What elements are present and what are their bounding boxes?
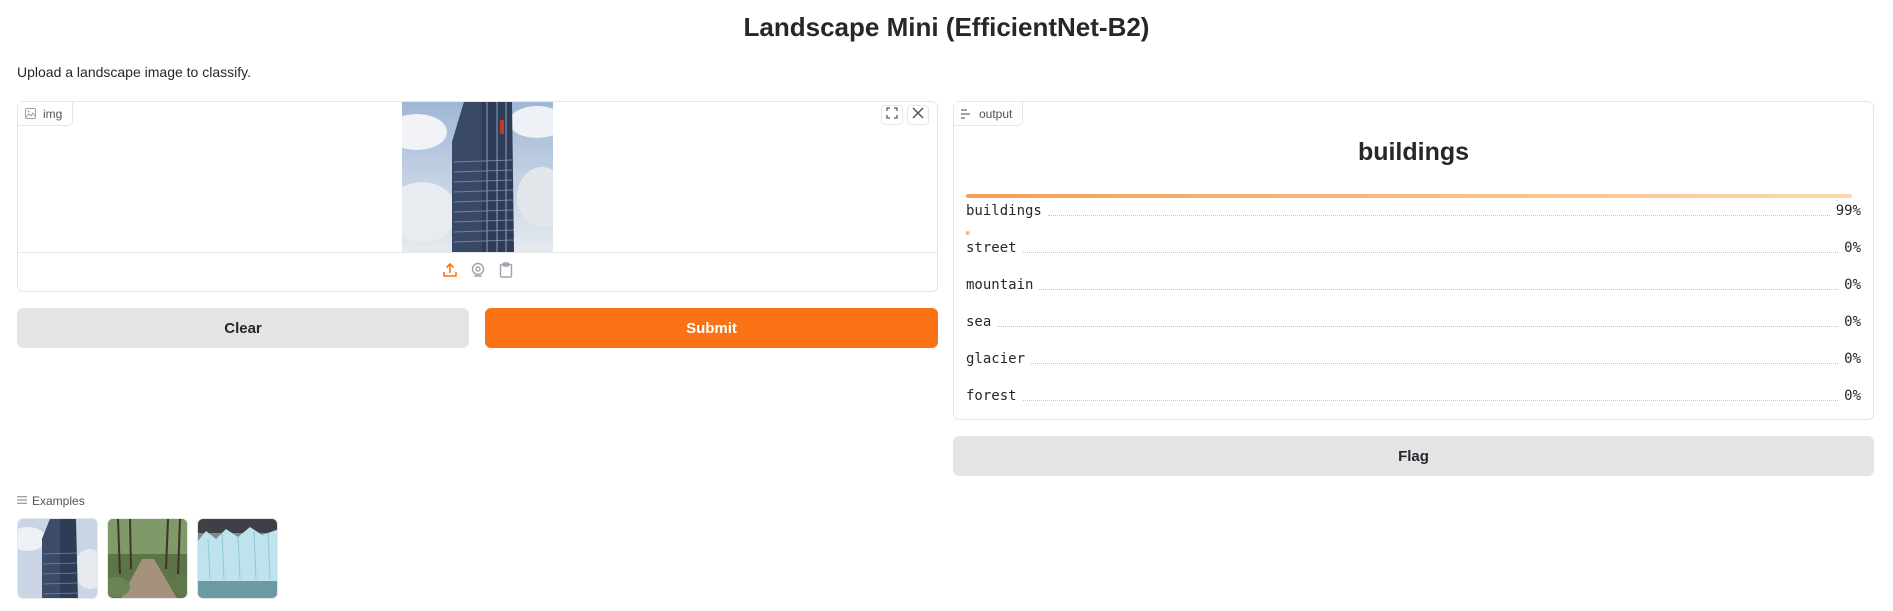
confidence-label: forest bbox=[966, 388, 1017, 404]
confidence-item[interactable]: mountain 0% bbox=[966, 268, 1861, 305]
output-label: output bbox=[954, 102, 1024, 126]
confidence-value: 0% bbox=[1844, 388, 1861, 404]
confidence-label: glacier bbox=[966, 351, 1026, 367]
confidence-item[interactable]: buildings 99% bbox=[966, 194, 1861, 231]
confidence-bar bbox=[966, 231, 970, 235]
upload-source-button[interactable] bbox=[442, 262, 458, 283]
submit-button[interactable]: Submit bbox=[485, 308, 938, 348]
image-icon bbox=[25, 108, 36, 119]
examples-gallery bbox=[17, 518, 278, 599]
clipboard-source-button[interactable] bbox=[498, 261, 514, 283]
output-label-text: output bbox=[979, 106, 1013, 121]
example-thumbnail-forest-path[interactable] bbox=[107, 518, 188, 599]
image-input-panel: img bbox=[17, 101, 938, 292]
confidence-item[interactable]: glacier 0% bbox=[966, 342, 1861, 379]
example-thumbnail-glacier[interactable] bbox=[197, 518, 278, 599]
source-selector bbox=[18, 252, 937, 291]
confidence-value: 0% bbox=[1844, 314, 1861, 330]
confidence-label: mountain bbox=[966, 277, 1034, 293]
image-display-area[interactable] bbox=[18, 102, 937, 252]
clear-image-button[interactable] bbox=[907, 105, 929, 125]
flag-button[interactable]: Flag bbox=[953, 436, 1874, 476]
upload-icon bbox=[442, 262, 458, 283]
clear-button[interactable]: Clear bbox=[17, 308, 469, 348]
confidence-label: street bbox=[966, 240, 1017, 256]
app-description: Upload a landscape image to classify. bbox=[17, 64, 251, 80]
confidence-value: 99% bbox=[1835, 203, 1861, 219]
confidence-list: buildings 99% street 0% mountain 0% sea … bbox=[966, 194, 1861, 416]
fullscreen-button[interactable] bbox=[881, 105, 903, 125]
label-icon bbox=[961, 108, 972, 119]
list-icon bbox=[17, 494, 27, 508]
image-input-label-text: img bbox=[43, 106, 63, 121]
examples-header: Examples bbox=[17, 494, 85, 508]
clipboard-icon bbox=[499, 261, 513, 283]
webcam-source-button[interactable] bbox=[470, 262, 486, 283]
confidence-label: sea bbox=[966, 314, 992, 330]
confidence-value: 0% bbox=[1844, 277, 1861, 293]
confidence-bar bbox=[966, 194, 1853, 198]
predicted-label: buildings bbox=[1357, 138, 1470, 166]
example-thumbnail-building[interactable] bbox=[17, 518, 98, 599]
app-title: Landscape Mini (EfficientNet-B2) bbox=[743, 12, 1150, 42]
uploaded-image bbox=[402, 102, 553, 252]
confidence-item[interactable]: street 0% bbox=[966, 231, 1861, 268]
confidence-item[interactable]: sea 0% bbox=[966, 305, 1861, 342]
output-panel: output buildings buildings 99% street 0%… bbox=[953, 101, 1874, 420]
close-icon bbox=[912, 106, 924, 124]
confidence-value: 0% bbox=[1844, 351, 1861, 367]
webcam-icon bbox=[470, 262, 486, 283]
confidence-value: 0% bbox=[1844, 240, 1861, 256]
confidence-label: buildings bbox=[966, 203, 1042, 219]
confidence-item[interactable]: forest 0% bbox=[966, 379, 1861, 416]
image-tools bbox=[881, 105, 929, 125]
fullscreen-icon bbox=[886, 106, 898, 124]
image-input-label: img bbox=[18, 102, 74, 126]
examples-label: Examples bbox=[32, 494, 85, 508]
